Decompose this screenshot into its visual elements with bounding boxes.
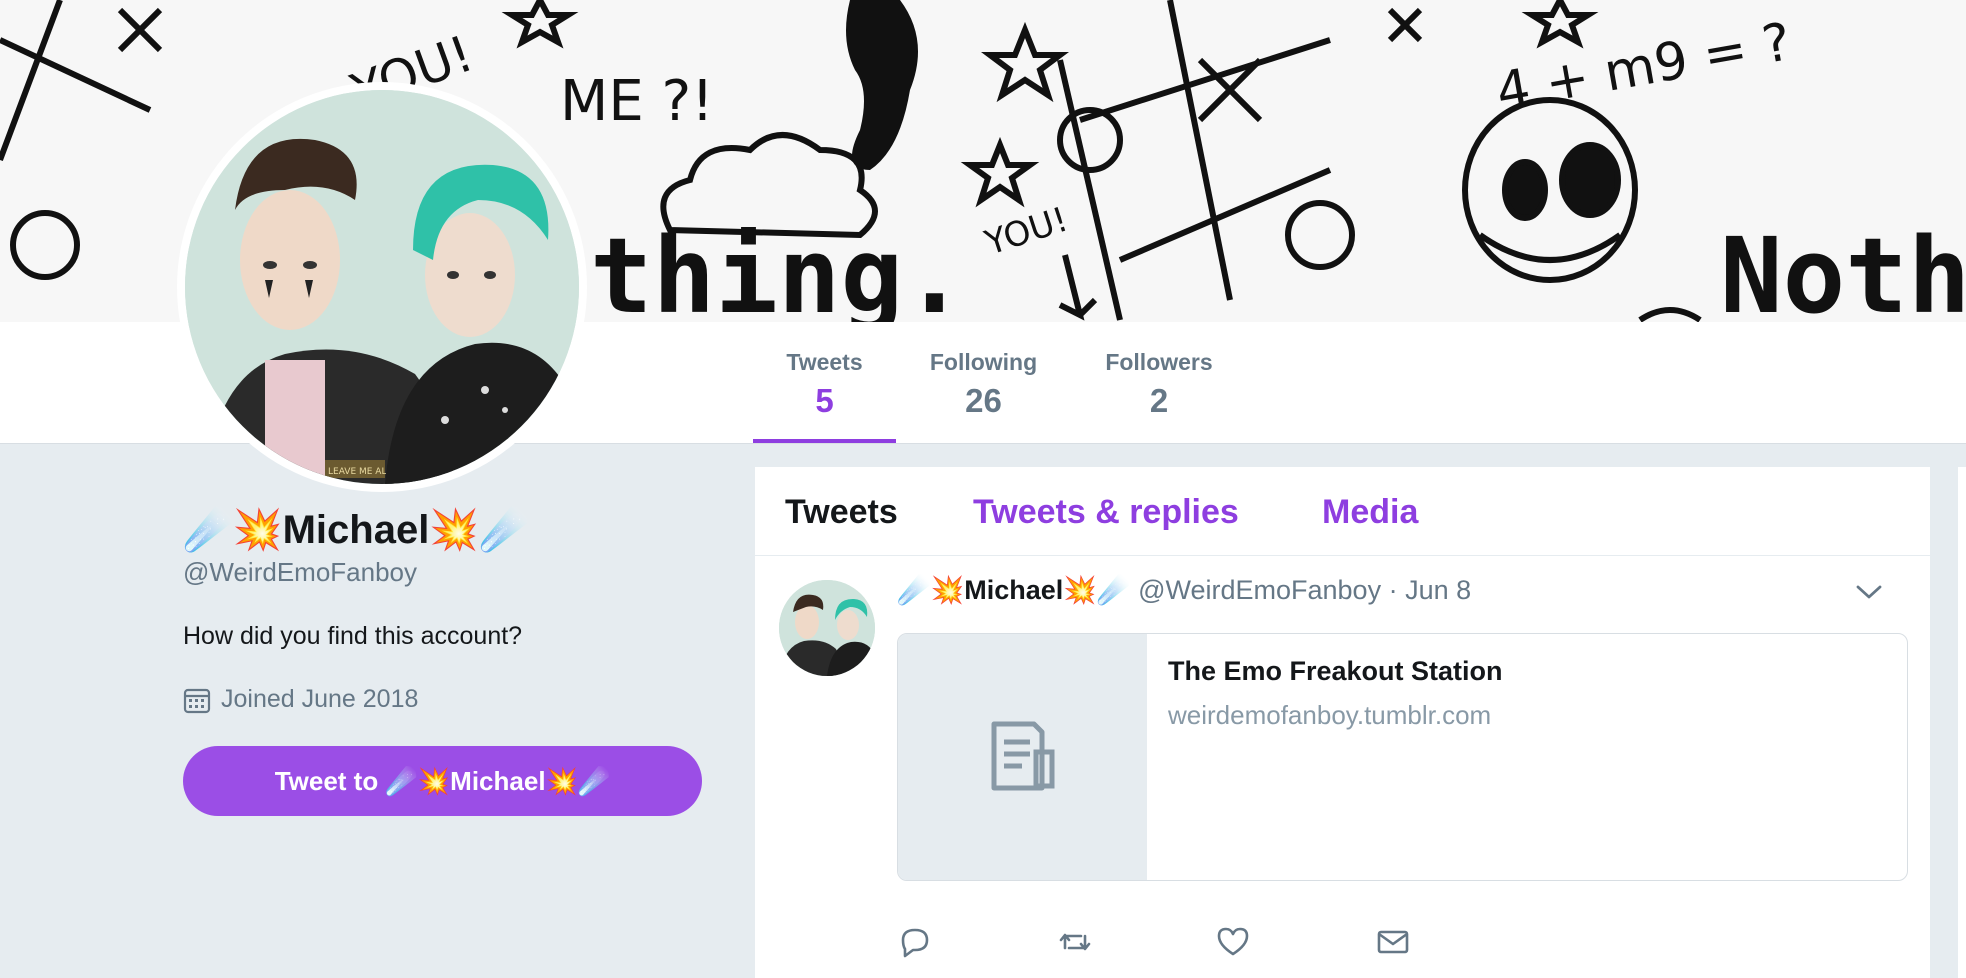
card-thumbnail: [898, 634, 1147, 880]
tweet-header: ☄️💥Michael💥☄️ @WeirdEmoFanboy · Jun 8: [897, 574, 1471, 606]
link-card[interactable]: The Emo Freakout Station weirdemofanboy.…: [897, 633, 1908, 881]
tab-media[interactable]: Media: [1322, 493, 1418, 532]
tab-tweets[interactable]: Tweets: [785, 493, 898, 532]
like-icon[interactable]: [1215, 924, 1251, 960]
name-emoji-suffix: 💥☄️: [1063, 575, 1131, 605]
avatar-photo: LEAVE ME ALONE: [185, 90, 579, 484]
stat-value: 2: [1149, 382, 1169, 419]
banner-text: 4 + m9 = ?: [1492, 12, 1796, 123]
chevron-down-icon[interactable]: [1855, 582, 1883, 602]
banner-text: ME ?!: [560, 69, 714, 134]
card-url: weirdemofanboy.tumblr.com: [1168, 700, 1492, 730]
name-emoji-prefix: ☄️💥: [183, 508, 283, 552]
calendar-icon: [183, 688, 211, 713]
banner-text: Noth: [1720, 215, 1966, 322]
name-text: Michael: [282, 508, 430, 552]
stat-label: Followers: [1105, 349, 1213, 375]
document-icon: [991, 721, 1055, 791]
tab-tweets-replies[interactable]: Tweets & replies: [973, 493, 1239, 532]
timeline: Tweets Tweets & replies Media ☄️💥Michael…: [755, 467, 1930, 978]
timeline-tabs: Tweets Tweets & replies Media: [755, 467, 1930, 556]
banner-text: YOU!: [979, 200, 1072, 264]
profile-card: ☄️💥Michael💥☄️ @WeirdEmoFanboy How did yo…: [183, 505, 703, 816]
tweet-avatar[interactable]: [779, 580, 875, 676]
message-icon[interactable]: [1375, 924, 1411, 960]
profile-joined: Joined June 2018: [183, 685, 703, 714]
tweet-item[interactable]: ☄️💥Michael💥☄️ @WeirdEmoFanboy · Jun 8 Th…: [755, 556, 1930, 978]
banner-text: thing.: [590, 215, 966, 322]
profile-handle[interactable]: @WeirdEmoFanboy: [183, 557, 703, 588]
stat-value: 5: [815, 382, 834, 419]
retweet-icon[interactable]: [1057, 924, 1093, 960]
tweet-date[interactable]: Jun 8: [1405, 575, 1471, 605]
stat-tweets[interactable]: Tweets 5: [753, 322, 896, 443]
stat-value: 26: [965, 382, 1002, 419]
stat-following[interactable]: Following 26: [915, 322, 1052, 443]
stat-label: Following: [929, 349, 1038, 375]
tweet-to-button[interactable]: Tweet to ☄️💥Michael💥☄️: [183, 746, 702, 816]
stat-followers[interactable]: Followers 2: [1090, 322, 1228, 443]
reply-icon[interactable]: [897, 924, 933, 960]
right-column-edge: [1958, 467, 1966, 978]
name-emoji-suffix: 💥☄️: [429, 508, 529, 552]
card-title: The Emo Freakout Station: [1168, 656, 1503, 686]
profile-bio: How did you find this account?: [183, 622, 523, 650]
tweet-author-handle[interactable]: @WeirdEmoFanboy: [1138, 575, 1381, 605]
tweet-separator: ·: [1388, 575, 1398, 605]
joined-text: Joined June 2018: [221, 685, 419, 713]
profile-avatar[interactable]: LEAVE ME ALONE: [177, 82, 587, 492]
stat-label: Tweets: [786, 349, 863, 375]
tweet-author-name[interactable]: ☄️💥Michael💥☄️: [897, 575, 1131, 605]
name-text: Michael: [964, 575, 1064, 605]
name-emoji-prefix: ☄️💥: [897, 575, 965, 605]
profile-display-name: ☄️💥Michael💥☄️: [183, 505, 703, 555]
